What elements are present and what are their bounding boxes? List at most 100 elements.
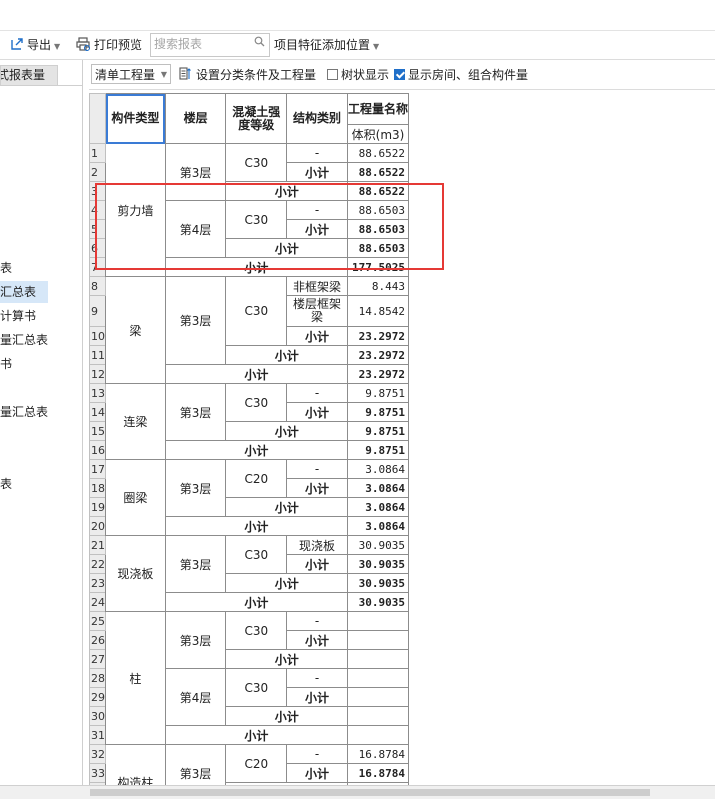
volume-cell[interactable]: 8.443: [347, 276, 409, 296]
tree-view-checkbox[interactable]: [327, 69, 338, 80]
concrete-grade-cell[interactable]: C30: [225, 535, 288, 574]
subtotal-label[interactable]: 小计: [286, 687, 348, 707]
sidebar-item[interactable]: 量汇总表: [0, 401, 48, 423]
subtotal-label[interactable]: 小计: [286, 478, 348, 498]
subtotal-volume[interactable]: 88.6503: [347, 219, 409, 239]
subtotal-volume[interactable]: 9.8751: [347, 421, 409, 441]
sidebar-item-selected[interactable]: 汇总表: [0, 281, 48, 303]
subtotal-label[interactable]: 小计: [164, 725, 349, 745]
header-quantity-name[interactable]: 工程量名称: [347, 93, 409, 125]
quantity-scope-select[interactable]: 清单工程量 ▼: [91, 64, 171, 84]
floor-cell[interactable]: 第3层: [164, 383, 227, 441]
floor-cell[interactable]: 第4层: [164, 200, 227, 258]
subtotal-label[interactable]: 小计: [286, 763, 348, 783]
subtotal-label[interactable]: 小计: [286, 554, 348, 574]
search-input[interactable]: [151, 34, 246, 54]
export-button[interactable]: 导出 ▼: [10, 31, 60, 59]
volume-cell[interactable]: 14.8542: [347, 295, 409, 327]
subtotal-label[interactable]: 小计: [225, 345, 348, 365]
header-structure-type[interactable]: 结构类别: [286, 93, 348, 144]
volume-cell[interactable]: 88.6503: [347, 200, 409, 220]
total-volume[interactable]: 23.2972: [347, 364, 409, 384]
structure-type-cell[interactable]: -: [286, 143, 348, 163]
subtotal-label[interactable]: 小计: [225, 573, 348, 593]
structure-type-cell[interactable]: -: [286, 200, 348, 220]
total-volume[interactable]: 9.8751: [347, 440, 409, 460]
component-type-cell[interactable]: 构造柱: [105, 744, 166, 785]
header-component-type[interactable]: 构件类型: [105, 93, 166, 144]
subtotal-label[interactable]: 小计: [225, 706, 348, 726]
search-icon[interactable]: [254, 36, 265, 50]
subtotal-label[interactable]: 小计: [225, 649, 348, 669]
volume-cell[interactable]: 30.9035: [347, 535, 409, 555]
concrete-grade-cell[interactable]: C20: [225, 744, 288, 783]
header-concrete-grade[interactable]: 混凝土强度等级: [225, 93, 288, 144]
sidebar-item[interactable]: 计算书: [0, 305, 36, 327]
sidebar-item[interactable]: 表: [0, 473, 12, 495]
subtotal-volume[interactable]: [347, 687, 409, 707]
total-volume[interactable]: 30.9035: [347, 592, 409, 612]
floor-cell[interactable]: 第3层: [164, 611, 227, 669]
set-conditions-button[interactable]: 设置分类条件及工程量: [179, 61, 316, 89]
subtotal-volume[interactable]: [347, 630, 409, 650]
concrete-grade-cell[interactable]: C30: [225, 668, 288, 707]
component-type-cell[interactable]: 剪力墙: [105, 143, 166, 277]
concrete-grade-cell[interactable]: C30: [225, 383, 288, 422]
component-type-cell[interactable]: 连梁: [105, 383, 166, 460]
subtotal-volume[interactable]: 88.6522: [347, 181, 409, 201]
structure-type-cell[interactable]: -: [286, 611, 348, 631]
sidebar-item[interactable]: 书: [0, 353, 12, 375]
structure-type-cell[interactable]: -: [286, 668, 348, 688]
subtotal-volume[interactable]: 9.8751: [347, 402, 409, 422]
subtotal-volume[interactable]: [347, 706, 409, 726]
subtotal-volume[interactable]: 30.9035: [347, 573, 409, 593]
volume-cell[interactable]: 16.8784: [347, 744, 409, 764]
show-rooms-toggle[interactable]: 显示房间、组合构件量: [394, 61, 528, 89]
subtotal-volume[interactable]: 88.6522: [347, 162, 409, 182]
subtotal-label[interactable]: 小计: [164, 516, 349, 536]
subtotal-label[interactable]: 小计: [286, 162, 348, 182]
concrete-grade-cell[interactable]: C20: [225, 459, 288, 498]
tree-view-toggle[interactable]: 树状显示: [327, 61, 389, 89]
horizontal-scrollbar[interactable]: [0, 785, 715, 799]
volume-cell[interactable]: [347, 668, 409, 688]
header-volume[interactable]: 体积(m3): [347, 124, 409, 144]
subtotal-volume[interactable]: 23.2972: [347, 326, 409, 346]
structure-type-cell[interactable]: -: [286, 744, 348, 764]
total-volume[interactable]: 177.5025: [347, 257, 409, 277]
sidebar-item[interactable]: 量汇总表: [0, 329, 48, 351]
print-preview-button[interactable]: 打印预览: [76, 31, 142, 59]
sidebar-item[interactable]: 表: [0, 257, 12, 279]
structure-type-cell[interactable]: -: [286, 383, 348, 403]
subtotal-volume[interactable]: [347, 649, 409, 669]
structure-type-cell[interactable]: 楼层框架梁: [286, 295, 348, 327]
floor-cell[interactable]: 第4层: [164, 668, 227, 726]
subtotal-label[interactable]: 小计: [286, 630, 348, 650]
subtotal-label[interactable]: 小计: [225, 181, 348, 201]
subtotal-label[interactable]: 小计: [286, 326, 348, 346]
volume-cell[interactable]: [347, 611, 409, 631]
sidebar-tab[interactable]: 式报表量: [0, 65, 58, 86]
component-type-cell[interactable]: 圈梁: [105, 459, 166, 536]
total-volume[interactable]: [347, 725, 409, 745]
feature-position-dropdown[interactable]: 项目特征添加位置 ▼: [274, 31, 379, 59]
component-type-cell[interactable]: 现浇板: [105, 535, 166, 612]
component-type-cell[interactable]: 梁: [105, 276, 166, 384]
floor-cell[interactable]: 第3层: [164, 535, 227, 593]
subtotal-label[interactable]: 小计: [164, 257, 349, 277]
floor-cell[interactable]: 第3层: [164, 143, 227, 201]
subtotal-label[interactable]: 小计: [164, 440, 349, 460]
total-volume[interactable]: 3.0864: [347, 516, 409, 536]
subtotal-label[interactable]: 小计: [286, 219, 348, 239]
subtotal-label[interactable]: 小计: [164, 592, 349, 612]
subtotal-label[interactable]: 小计: [225, 421, 348, 441]
subtotal-volume[interactable]: 23.2972: [347, 345, 409, 365]
subtotal-label[interactable]: 小计: [225, 497, 348, 517]
subtotal-volume[interactable]: 16.8784: [347, 763, 409, 783]
concrete-grade-cell[interactable]: C30: [225, 276, 288, 346]
concrete-grade-cell[interactable]: C30: [225, 200, 288, 239]
concrete-grade-cell[interactable]: C30: [225, 143, 288, 182]
scrollbar-thumb[interactable]: [90, 789, 650, 796]
header-floor[interactable]: 楼层: [164, 93, 227, 144]
structure-type-cell[interactable]: 现浇板: [286, 535, 348, 555]
